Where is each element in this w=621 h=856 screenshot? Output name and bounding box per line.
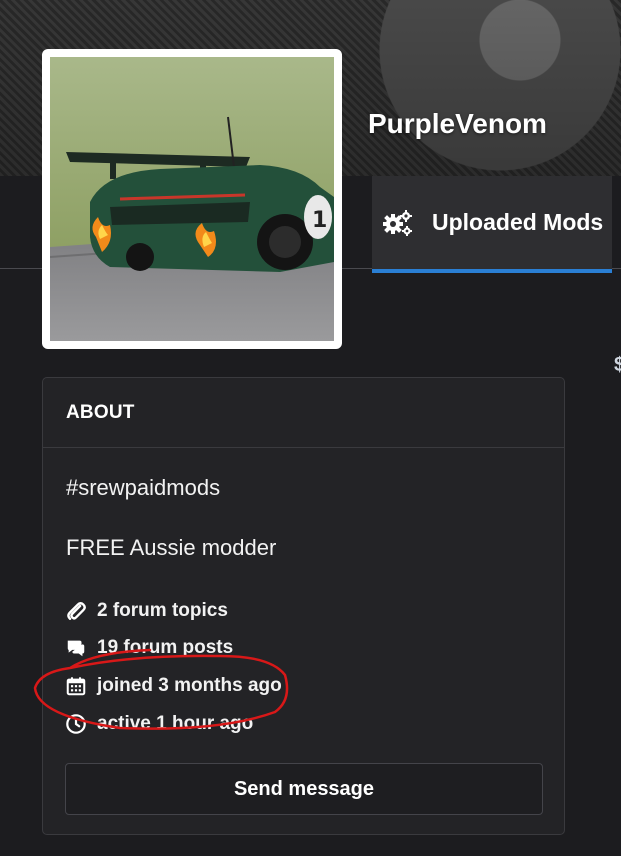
scroll-indicator: $: [614, 354, 621, 376]
stat-text: active 1 hour ago: [97, 713, 254, 734]
tab-uploaded-mods[interactable]: Uploaded Mods: [372, 176, 612, 273]
gears-icon: [383, 209, 412, 236]
avatar-image: 1: [50, 57, 334, 341]
profile-avatar: 1: [42, 49, 342, 349]
speech-bubbles-icon: [67, 640, 85, 657]
stat-forum-posts: 19 forum posts: [65, 637, 233, 659]
paperclip-icon: [67, 602, 86, 620]
stat-joined: joined 3 months ago: [65, 675, 282, 697]
profile-username: PurpleVenom: [368, 108, 547, 139]
stat-text: 2 forum topics: [97, 600, 228, 621]
stat-text: joined 3 months ago: [97, 675, 282, 696]
stat-active: active 1 hour ago: [65, 713, 253, 735]
bio-line: FREE Aussie modder: [66, 535, 277, 560]
clock-icon: [66, 714, 86, 734]
svg-text:1: 1: [312, 208, 327, 233]
stat-text: 19 forum posts: [97, 637, 234, 658]
send-message-button[interactable]: Send message: [65, 763, 543, 815]
bio-line: #srewpaidmods: [66, 475, 221, 500]
tab-uploaded-mods-label: Uploaded Mods: [432, 209, 604, 235]
calendar-icon: [66, 677, 86, 696]
about-heading: ABOUT: [43, 378, 564, 448]
about-card: ABOUT #srewpaidmods FREE Aussie modder 2…: [42, 377, 565, 835]
stat-forum-topics: 2 forum topics: [65, 600, 228, 622]
